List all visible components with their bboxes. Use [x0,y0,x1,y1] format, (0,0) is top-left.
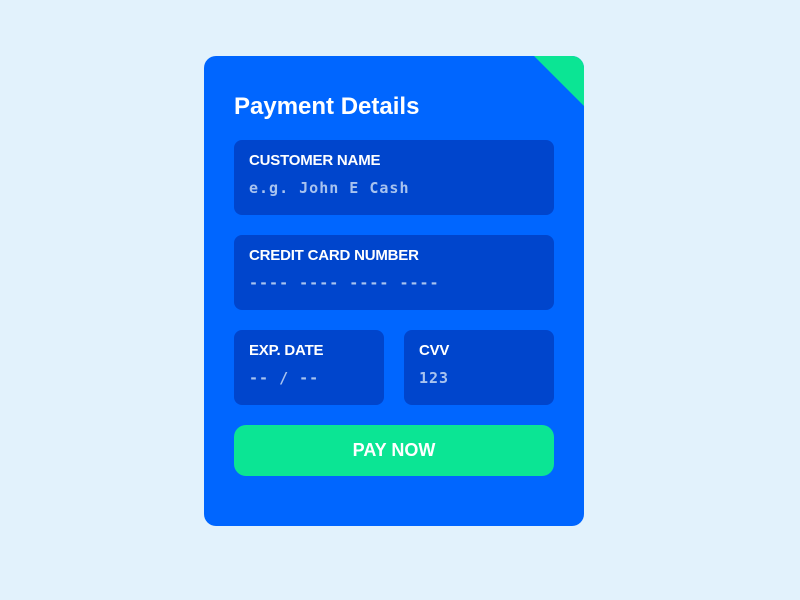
customer-name-input[interactable] [249,178,539,198]
exp-date-label: EXP. DATE [249,342,324,359]
expiry-cvv-row: EXP. DATE CVV [234,330,554,425]
cvv-label: CVV [419,342,450,359]
customer-name-label: CUSTOMER NAME [249,152,381,169]
pay-now-button[interactable]: PAY NOW [234,425,554,476]
card-number-field[interactable]: CREDIT CARD NUMBER [234,235,554,310]
corner-accent [534,56,584,106]
cvv-input[interactable] [419,368,539,388]
card-number-label: CREDIT CARD NUMBER [249,247,419,264]
card-number-input[interactable] [249,273,539,293]
exp-date-field[interactable]: EXP. DATE [234,330,384,405]
payment-card: Payment Details CUSTOMER NAME CREDIT CAR… [204,56,584,526]
form-title: Payment Details [234,93,420,120]
exp-date-input[interactable] [249,368,369,388]
cvv-field[interactable]: CVV [404,330,554,405]
customer-name-field[interactable]: CUSTOMER NAME [234,140,554,215]
